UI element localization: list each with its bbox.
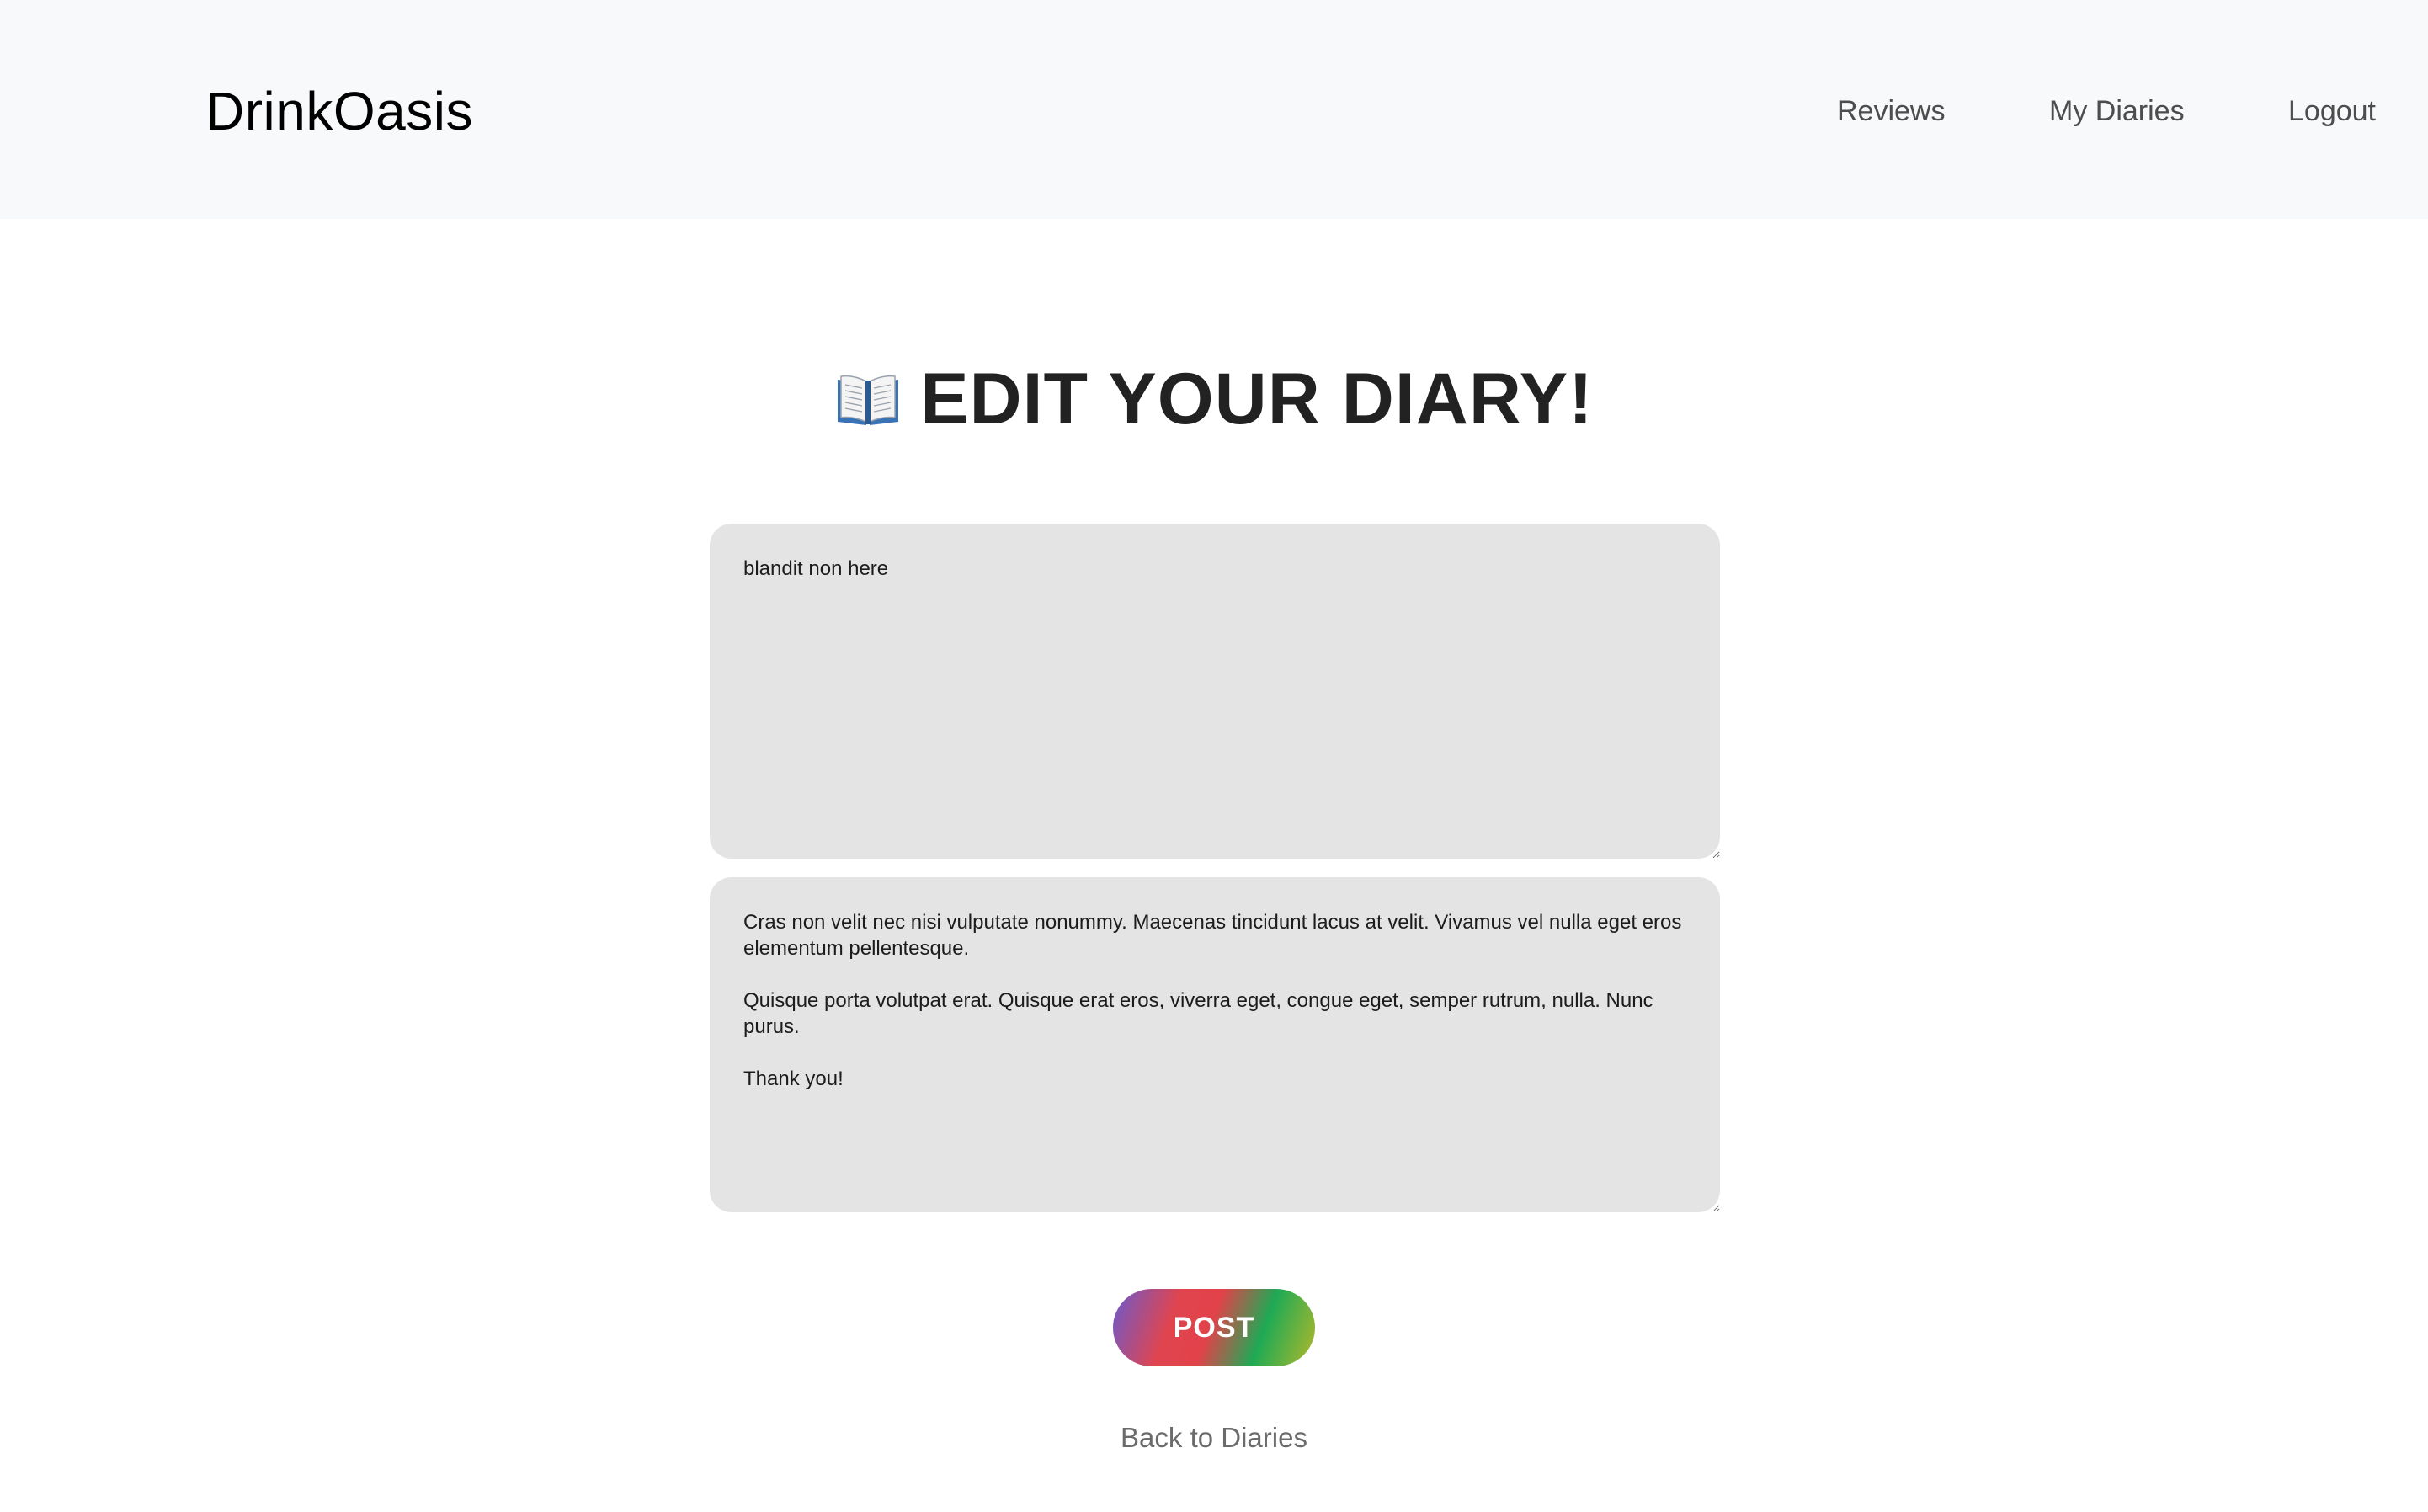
nav-link-logout[interactable]: Logout [2288, 94, 2376, 128]
page-title-text: EDIT YOUR DIARY! [920, 359, 1594, 439]
open-book-icon [834, 362, 902, 425]
top-navbar: DrinkOasis Reviews My Diaries Logout [0, 0, 2428, 219]
page-title: EDIT YOUR DIARY! [0, 357, 2428, 441]
diary-title-textarea[interactable] [710, 524, 1720, 859]
nav-link-my-diaries[interactable]: My Diaries [2049, 94, 2185, 128]
diary-body-textarea[interactable] [710, 877, 1720, 1212]
brand-logo-link[interactable]: DrinkOasis [205, 81, 473, 141]
back-to-diaries-link[interactable]: Back to Diaries [0, 1421, 2428, 1455]
nav-link-reviews[interactable]: Reviews [1837, 94, 1945, 128]
post-button[interactable]: POST [1113, 1289, 1315, 1366]
